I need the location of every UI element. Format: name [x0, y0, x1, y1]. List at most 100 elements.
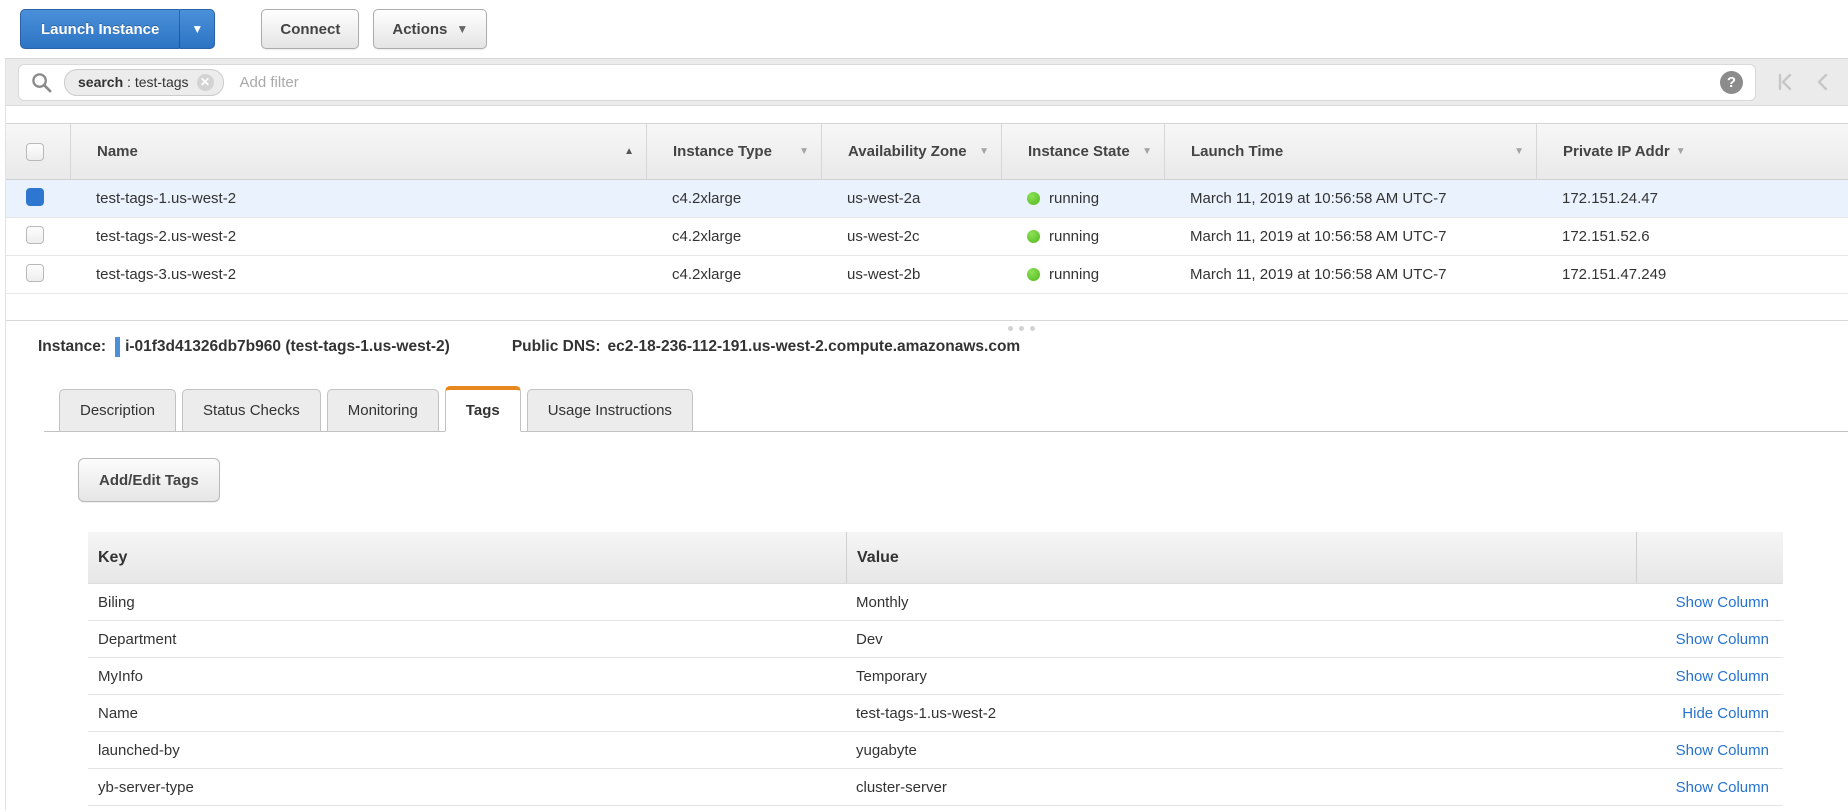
tags-column-header-key: Key [88, 532, 846, 583]
select-all-checkbox[interactable] [26, 143, 44, 161]
remove-filter-icon[interactable]: ✕ [197, 74, 214, 91]
tab-usage-instructions[interactable]: Usage Instructions [527, 389, 693, 431]
row-checkbox[interactable] [26, 264, 44, 282]
instance-state: running [1001, 266, 1164, 283]
filter-chip-key: search [78, 74, 123, 90]
tags-table-header: Key Value [88, 532, 1783, 584]
show-column-link[interactable]: Show Column [1676, 631, 1769, 648]
instance-state: running [1001, 190, 1164, 207]
previous-page-icon[interactable] [1812, 71, 1834, 93]
help-icon[interactable]: ? [1720, 71, 1743, 94]
add-filter-placeholder[interactable]: Add filter [240, 74, 299, 91]
instance-detail-panel: Instance: i-01f3d41326db7b960 (test-tags… [6, 320, 1848, 806]
hide-column-link[interactable]: Hide Column [1682, 705, 1769, 722]
filter-chip-separator: : [123, 74, 135, 90]
tag-row: Name test-tags-1.us-west-2 Hide Column [88, 695, 1783, 732]
tag-value: Dev [846, 631, 1636, 648]
instance-state-label: running [1049, 228, 1099, 245]
filter-bar: search : test-tags ✕ Add filter ? [6, 58, 1848, 106]
toolbar: Launch Instance ▼ Connect Actions ▼ [0, 0, 1848, 58]
running-state-icon [1027, 230, 1040, 243]
tag-value: yugabyte [846, 742, 1636, 759]
connect-button[interactable]: Connect [261, 9, 359, 49]
column-header-launch-time[interactable]: Launch Time ▼ [1164, 124, 1536, 179]
first-page-icon[interactable] [1774, 71, 1796, 93]
column-header-availability-zone[interactable]: Availability Zone ▼ [821, 124, 1001, 179]
column-header-private-ip-label: Private IP Addr [1563, 143, 1670, 160]
ec2-console-page: Launch Instance ▼ Connect Actions ▼ sear… [0, 0, 1848, 812]
tag-key: yb-server-type [88, 779, 846, 796]
tag-row: Department Dev Show Column [88, 621, 1783, 658]
instance-row[interactable]: test-tags-1.us-west-2 c4.2xlarge us-west… [6, 180, 1848, 218]
panel-resize-handle[interactable] [1008, 326, 1035, 331]
tag-value: Temporary [846, 668, 1636, 685]
row-checkbox[interactable] [26, 188, 44, 206]
filter-dropdown-icon[interactable]: ▼ [1676, 146, 1686, 157]
column-header-private-ip[interactable]: Private IP Addr ▼ [1536, 124, 1698, 179]
column-header-instance-state[interactable]: Instance State ▼ [1001, 124, 1164, 179]
instance-type: c4.2xlarge [646, 190, 821, 207]
instance-row[interactable]: test-tags-2.us-west-2 c4.2xlarge us-west… [6, 218, 1848, 256]
actions-button[interactable]: Actions ▼ [373, 9, 487, 49]
public-dns-label: Public DNS: [512, 338, 601, 356]
tag-key: MyInfo [88, 668, 846, 685]
instance-state-label: running [1049, 266, 1099, 283]
filter-chip-value: test-tags [135, 74, 189, 90]
column-header-launch-time-label: Launch Time [1191, 143, 1283, 160]
tag-value: cluster-server [846, 779, 1636, 796]
availability-zone: us-west-2b [821, 266, 1001, 283]
tab-monitoring[interactable]: Monitoring [327, 389, 439, 431]
tags-column-header-actions [1636, 532, 1783, 583]
public-dns-value: ec2-18-236-112-191.us-west-2.compute.ama… [608, 338, 1021, 356]
instance-summary-line: Instance: i-01f3d41326db7b960 (test-tags… [38, 337, 1848, 357]
search-input[interactable]: search : test-tags ✕ Add filter ? [18, 64, 1756, 101]
private-ip: 172.151.52.6 [1536, 228, 1698, 245]
select-all-checkbox-cell [6, 124, 70, 179]
instances-table: Name ▲ Instance Type ▼ Availability Zone… [6, 123, 1848, 294]
instance-name: test-tags-3.us-west-2 [70, 266, 646, 283]
filter-dropdown-icon[interactable]: ▼ [1142, 146, 1152, 157]
instances-table-header: Name ▲ Instance Type ▼ Availability Zone… [6, 123, 1848, 180]
add-edit-tags-button[interactable]: Add/Edit Tags [78, 458, 220, 502]
detail-tabs: Description Status Checks Monitoring Tag… [44, 387, 1848, 432]
pagination-controls [1774, 71, 1834, 93]
show-column-link[interactable]: Show Column [1676, 668, 1769, 685]
show-column-link[interactable]: Show Column [1676, 742, 1769, 759]
running-state-icon [1027, 192, 1040, 205]
tag-row: Biling Monthly Show Column [88, 584, 1783, 621]
launch-instance-button[interactable]: Launch Instance [20, 9, 179, 49]
instance-row[interactable]: test-tags-3.us-west-2 c4.2xlarge us-west… [6, 256, 1848, 294]
column-header-instance-type-label: Instance Type [673, 143, 772, 160]
tag-key: Name [88, 705, 846, 722]
row-checkbox[interactable] [26, 226, 44, 244]
tab-status-checks[interactable]: Status Checks [182, 389, 321, 431]
running-state-icon [1027, 268, 1040, 281]
sort-ascending-icon: ▲ [624, 146, 634, 157]
instance-type: c4.2xlarge [646, 228, 821, 245]
tags-column-header-value: Value [846, 532, 1636, 583]
instance-state: running [1001, 228, 1164, 245]
tag-key: launched-by [88, 742, 846, 759]
tab-description[interactable]: Description [59, 389, 176, 431]
tag-row: yb-server-type cluster-server Show Colum… [88, 769, 1783, 806]
instance-name: test-tags-2.us-west-2 [70, 228, 646, 245]
column-header-instance-type[interactable]: Instance Type ▼ [646, 124, 821, 179]
tag-value: test-tags-1.us-west-2 [846, 705, 1636, 722]
launch-instance-dropdown-button[interactable]: ▼ [179, 9, 215, 49]
filter-dropdown-icon[interactable]: ▼ [799, 146, 809, 157]
filter-dropdown-icon[interactable]: ▼ [1514, 146, 1524, 157]
tag-value: Monthly [846, 594, 1636, 611]
tab-tags[interactable]: Tags [445, 386, 521, 432]
launch-time: March 11, 2019 at 10:56:58 AM UTC-7 [1164, 266, 1536, 283]
search-filter-chip[interactable]: search : test-tags ✕ [64, 69, 224, 96]
tag-key: Department [88, 631, 846, 648]
column-header-state-label: Instance State [1028, 143, 1130, 160]
availability-zone: us-west-2c [821, 228, 1001, 245]
show-column-link[interactable]: Show Column [1676, 779, 1769, 796]
chevron-down-icon: ▼ [191, 23, 203, 35]
launch-time: March 11, 2019 at 10:56:58 AM UTC-7 [1164, 190, 1536, 207]
column-header-name[interactable]: Name ▲ [70, 124, 646, 179]
show-column-link[interactable]: Show Column [1676, 594, 1769, 611]
chevron-down-icon: ▼ [456, 23, 468, 35]
filter-dropdown-icon[interactable]: ▼ [979, 146, 989, 157]
